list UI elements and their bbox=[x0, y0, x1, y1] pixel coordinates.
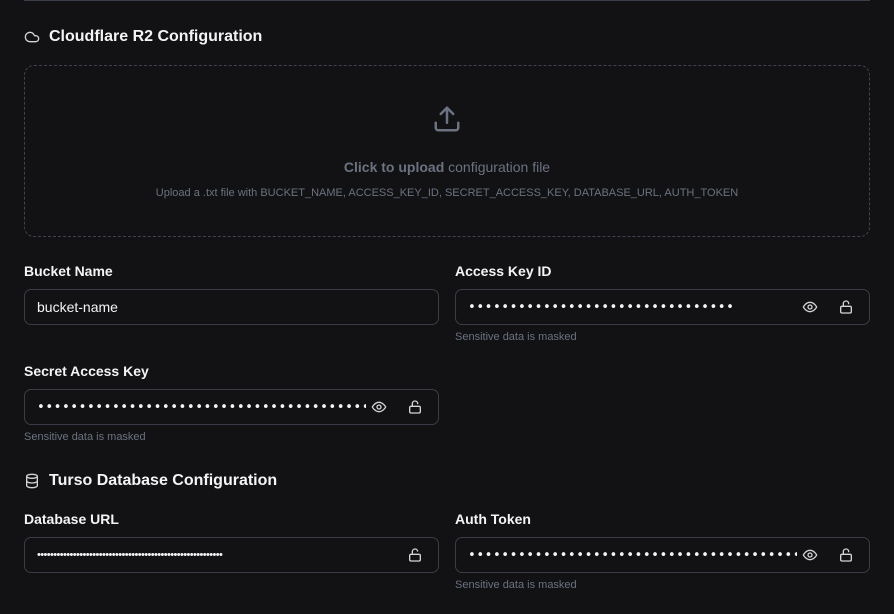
access-key-id-label: Access Key ID bbox=[455, 263, 552, 279]
eye-icon[interactable] bbox=[797, 294, 823, 320]
bucket-name-field bbox=[24, 289, 439, 325]
upload-click-text[interactable]: Click to upload bbox=[344, 159, 444, 175]
lock-icon[interactable] bbox=[833, 294, 859, 320]
access-key-id-field: •••••••••••••••••••••••••••••••• bbox=[455, 289, 870, 325]
access-key-id-hint: Sensitive data is masked bbox=[455, 331, 577, 343]
bucket-name-input[interactable] bbox=[25, 290, 438, 324]
config-file-upload-zone[interactable]: Click to upload configuration file Uploa… bbox=[24, 65, 870, 237]
database-url-input[interactable]: ••••••••••••••••••••••••••••••••••••••••… bbox=[25, 549, 402, 561]
auth-token-label: Auth Token bbox=[455, 511, 531, 527]
access-key-id-input[interactable]: •••••••••••••••••••••••••••••••• bbox=[456, 300, 797, 315]
secret-access-key-input[interactable]: •••••••••••••••••••••••••••••••••••••••• bbox=[25, 400, 366, 415]
auth-token-hint: Sensitive data is masked bbox=[455, 579, 577, 591]
lock-icon[interactable] bbox=[833, 542, 859, 568]
eye-icon[interactable] bbox=[366, 394, 392, 420]
top-divider bbox=[24, 0, 870, 1]
upload-icon bbox=[432, 104, 462, 139]
auth-token-input[interactable]: ••••••••••••••••••••••••••••••••••••••••… bbox=[456, 548, 797, 563]
secret-access-key-field: •••••••••••••••••••••••••••••••••••••••• bbox=[24, 389, 439, 425]
database-icon bbox=[24, 473, 40, 489]
turso-section-title: Turso Database Configuration bbox=[24, 472, 277, 490]
r2-section-title: Cloudflare R2 Configuration bbox=[24, 28, 262, 46]
upload-help-text: Upload a .txt file with BUCKET_NAME, ACC… bbox=[155, 187, 739, 199]
upload-prompt: Click to upload configuration file bbox=[344, 159, 550, 175]
lock-icon[interactable] bbox=[402, 394, 428, 420]
eye-icon[interactable] bbox=[797, 542, 823, 568]
database-url-field: ••••••••••••••••••••••••••••••••••••••••… bbox=[24, 537, 439, 573]
r2-section-title-text: Cloudflare R2 Configuration bbox=[49, 28, 263, 45]
bucket-name-label: Bucket Name bbox=[24, 263, 113, 279]
unlock-icon[interactable] bbox=[402, 542, 428, 568]
auth-token-field: ••••••••••••••••••••••••••••••••••••••••… bbox=[455, 537, 870, 573]
turso-section-title-text: Turso Database Configuration bbox=[49, 472, 278, 489]
secret-access-key-label: Secret Access Key bbox=[24, 363, 149, 379]
database-url-label: Database URL bbox=[24, 511, 119, 527]
upload-rest-text: configuration file bbox=[444, 159, 551, 175]
secret-access-key-hint: Sensitive data is masked bbox=[24, 431, 146, 443]
cloud-icon bbox=[24, 29, 40, 45]
